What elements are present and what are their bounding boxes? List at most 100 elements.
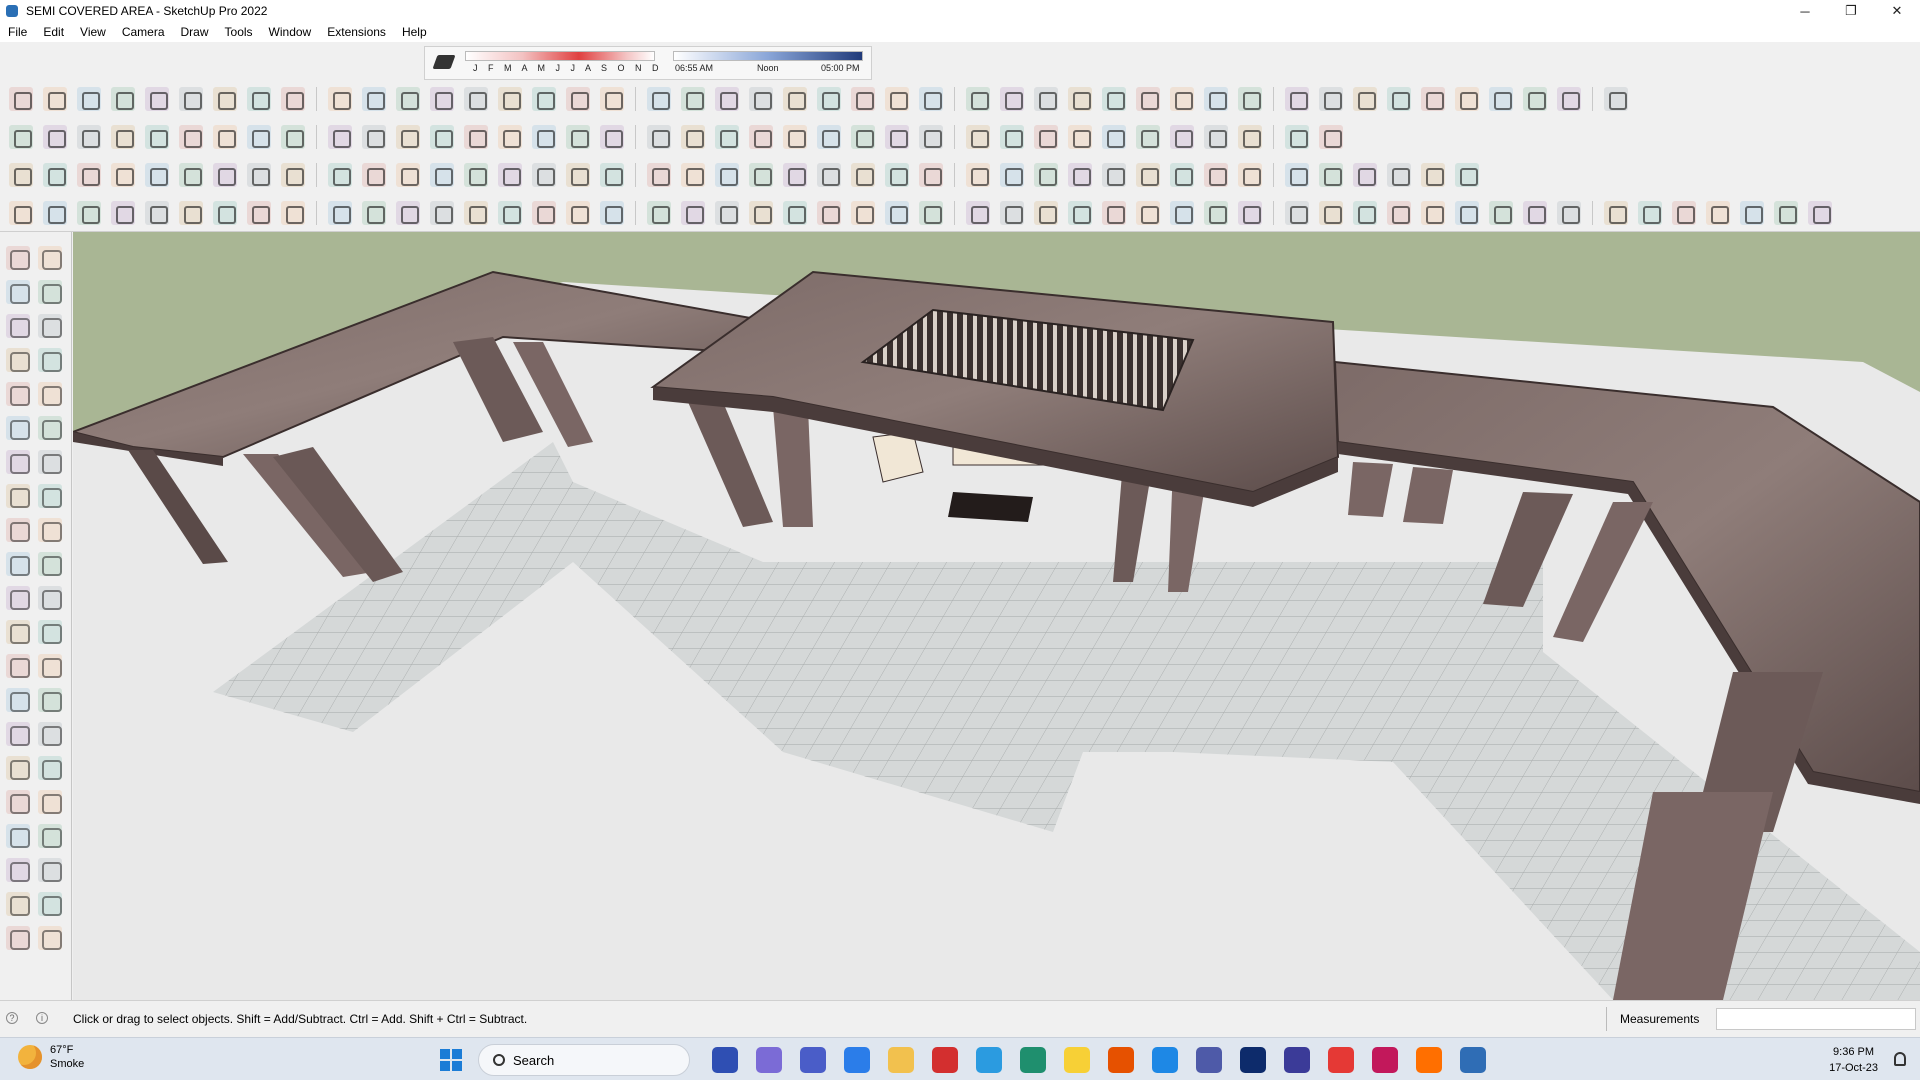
taskbar-app-icon[interactable] <box>1284 1047 1310 1073</box>
palette-tool-icon[interactable] <box>6 892 30 916</box>
tool-icon[interactable] <box>1238 163 1262 187</box>
tool-icon[interactable] <box>566 125 590 149</box>
tool-icon[interactable] <box>783 125 807 149</box>
tool-icon[interactable] <box>281 125 305 149</box>
tool-icon[interactable] <box>749 87 773 111</box>
tool-icon[interactable] <box>1170 201 1194 225</box>
tool-icon[interactable] <box>1455 201 1479 225</box>
tool-icon[interactable] <box>179 163 203 187</box>
time-slider[interactable] <box>673 51 863 61</box>
tool-icon[interactable] <box>1387 201 1411 225</box>
palette-tool-icon[interactable] <box>6 552 30 576</box>
start-button[interactable] <box>440 1049 462 1071</box>
tool-icon[interactable] <box>1170 87 1194 111</box>
menu-help[interactable]: Help <box>394 25 435 39</box>
menu-extensions[interactable]: Extensions <box>319 25 394 39</box>
tool-icon[interactable] <box>851 87 875 111</box>
palette-tool-icon[interactable] <box>38 314 62 338</box>
palette-tool-icon[interactable] <box>6 654 30 678</box>
tool-icon[interactable] <box>885 201 909 225</box>
tool-icon[interactable] <box>966 163 990 187</box>
minimize-button[interactable]: ─ <box>1782 0 1828 22</box>
tool-icon[interactable] <box>464 163 488 187</box>
tool-icon[interactable] <box>1672 201 1696 225</box>
tool-icon[interactable] <box>1034 163 1058 187</box>
tool-icon[interactable] <box>715 163 739 187</box>
taskbar-app-icon[interactable] <box>712 1047 738 1073</box>
palette-tool-icon[interactable] <box>6 926 30 950</box>
tool-icon[interactable] <box>1353 163 1377 187</box>
tool-icon[interactable] <box>430 163 454 187</box>
tool-icon[interactable] <box>600 163 624 187</box>
tool-icon[interactable] <box>1000 87 1024 111</box>
tool-icon[interactable] <box>1068 163 1092 187</box>
taskbar-app-icon[interactable] <box>1108 1047 1134 1073</box>
month-slider[interactable] <box>465 51 655 61</box>
palette-tool-icon[interactable] <box>6 858 30 882</box>
menu-view[interactable]: View <box>72 25 114 39</box>
tool-icon[interactable] <box>1706 201 1730 225</box>
tool-icon[interactable] <box>749 125 773 149</box>
palette-tool-icon[interactable] <box>6 790 30 814</box>
tool-icon[interactable] <box>1034 87 1058 111</box>
tool-icon[interactable] <box>9 87 33 111</box>
tool-icon[interactable] <box>396 125 420 149</box>
tool-icon[interactable] <box>919 163 943 187</box>
tool-icon[interactable] <box>966 201 990 225</box>
palette-tool-icon[interactable] <box>38 722 62 746</box>
tool-icon[interactable] <box>328 201 352 225</box>
tool-icon[interactable] <box>396 201 420 225</box>
tool-icon[interactable] <box>749 163 773 187</box>
palette-tool-icon[interactable] <box>38 926 62 950</box>
tool-icon[interactable] <box>43 163 67 187</box>
tool-icon[interactable] <box>111 201 135 225</box>
tool-icon[interactable] <box>885 87 909 111</box>
tool-icon[interactable] <box>1319 87 1343 111</box>
tool-icon[interactable] <box>532 87 556 111</box>
tool-icon[interactable] <box>179 125 203 149</box>
palette-tool-icon[interactable] <box>6 382 30 406</box>
tool-icon[interactable] <box>817 125 841 149</box>
tool-icon[interactable] <box>1068 201 1092 225</box>
tool-icon[interactable] <box>396 163 420 187</box>
tool-icon[interactable] <box>919 201 943 225</box>
weather-widget[interactable]: 67°F Smoke <box>18 1043 84 1071</box>
notification-bell-icon[interactable] <box>1894 1052 1906 1066</box>
tool-icon[interactable] <box>362 163 386 187</box>
tool-icon[interactable] <box>179 87 203 111</box>
tool-icon[interactable] <box>1204 163 1228 187</box>
tool-icon[interactable] <box>851 125 875 149</box>
tool-icon[interactable] <box>1238 125 1262 149</box>
tool-icon[interactable] <box>1638 201 1662 225</box>
palette-tool-icon[interactable] <box>38 654 62 678</box>
tool-icon[interactable] <box>919 125 943 149</box>
measurements-input[interactable] <box>1716 1008 1916 1030</box>
tool-icon[interactable] <box>715 87 739 111</box>
tool-icon[interactable] <box>43 87 67 111</box>
tool-icon[interactable] <box>1170 163 1194 187</box>
tool-icon[interactable] <box>464 125 488 149</box>
tool-icon[interactable] <box>179 201 203 225</box>
select-tool-icon[interactable] <box>6 246 30 270</box>
geo-location-icon[interactable]: ? <box>6 1012 18 1024</box>
tool-icon[interactable] <box>1808 201 1832 225</box>
tool-icon[interactable] <box>532 163 556 187</box>
palette-tool-icon[interactable] <box>6 450 30 474</box>
tool-icon[interactable] <box>77 201 101 225</box>
tool-icon[interactable] <box>1387 163 1411 187</box>
taskbar-app-icon[interactable] <box>1152 1047 1178 1073</box>
taskbar-search[interactable]: Search <box>478 1044 690 1076</box>
tool-icon[interactable] <box>213 201 237 225</box>
tool-icon[interactable] <box>1285 163 1309 187</box>
tool-icon[interactable] <box>647 163 671 187</box>
palette-tool-icon[interactable] <box>38 620 62 644</box>
palette-tool-icon[interactable] <box>6 416 30 440</box>
tool-icon[interactable] <box>647 87 671 111</box>
tool-icon[interactable] <box>1285 87 1309 111</box>
palette-tool-icon[interactable] <box>6 518 30 542</box>
menu-window[interactable]: Window <box>261 25 320 39</box>
tool-icon[interactable] <box>1285 125 1309 149</box>
tool-icon[interactable] <box>247 125 271 149</box>
tool-icon[interactable] <box>1604 87 1628 111</box>
tool-icon[interactable] <box>600 87 624 111</box>
